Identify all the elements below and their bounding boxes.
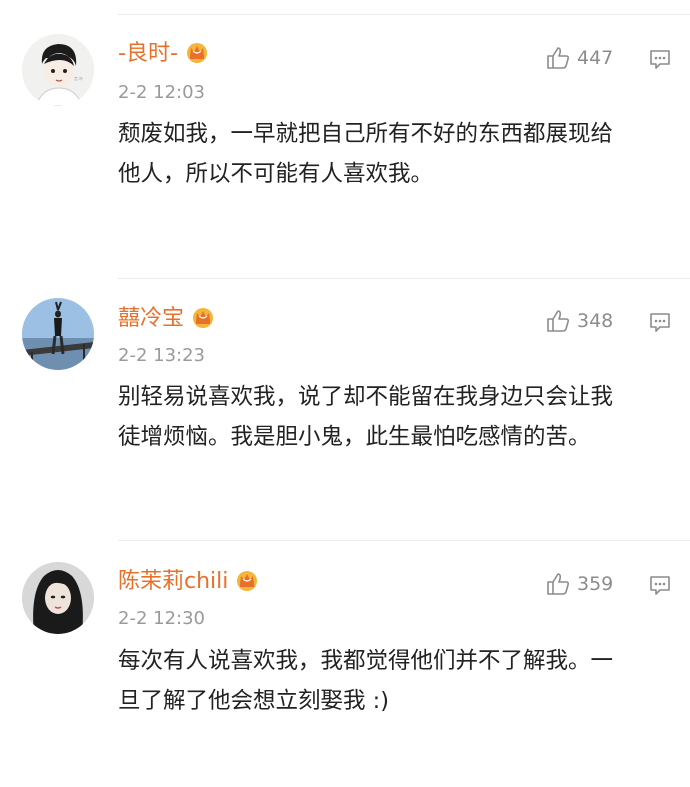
like-button[interactable]: 359 [545,570,613,598]
comment-time: 2-2 13:23 [118,345,205,366]
top-divider [118,14,690,15]
comment-time: 2-2 12:03 [118,82,205,103]
comment-bubble-icon[interactable] [648,573,672,597]
comment-text: 颓废如我，一早就把自己所有不好的东西都展现给 他人，所以不可能有人喜欢我。 [118,121,614,187]
avatar[interactable] [22,562,94,634]
crown-badge-icon [193,308,214,328]
like-button[interactable]: 348 [545,307,613,335]
username[interactable]: 陈茉莉chili [118,569,260,595]
like-button[interactable]: 447 [545,44,613,72]
like-count: 359 [577,573,614,595]
thumbs-up-icon [547,573,570,595]
thumbs-up-icon [547,47,570,69]
thumbs-up-icon [547,310,570,332]
username[interactable]: 囍冷宝 [118,306,216,332]
like-count: 447 [577,47,614,69]
username[interactable]: -良时- [118,41,210,67]
avatar[interactable] [22,298,94,370]
comment-text: 每次有人说喜欢我，我都觉得他们并不了解我。一 旦了解了他会想立刻娶我 :) [118,648,614,714]
comment-text: 别轻易说喜欢我，说了却不能留在我身边只会让我 徒增烦恼。我是胆小鬼，此生最怕吃感… [118,384,614,450]
comment-divider [118,540,690,541]
comment-bubble-icon[interactable] [648,47,672,71]
comment-time: 2-2 12:30 [118,608,205,629]
like-count: 348 [577,310,614,332]
avatar[interactable]: 言 叶 [22,34,94,106]
comment-divider [118,278,690,279]
svg-text:言 叶: 言 叶 [74,75,83,81]
comment-bubble-icon[interactable] [648,310,672,334]
crown-badge-icon [186,43,207,63]
crown-badge-icon [237,571,258,591]
